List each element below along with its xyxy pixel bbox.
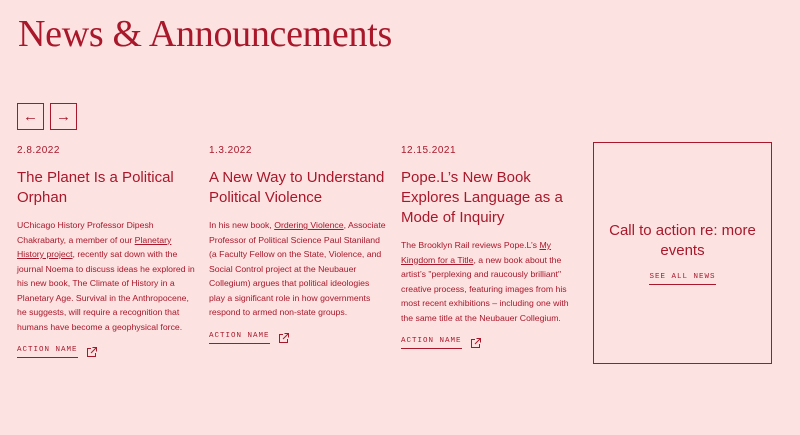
external-link-icon [278, 332, 289, 343]
prev-arrow-button[interactable]: ← [17, 103, 44, 130]
news-title[interactable]: Pope.L’s New Book Explores Language as a… [401, 168, 579, 228]
news-summary-text: , Associate Professor of Political Scien… [209, 220, 386, 317]
action-link[interactable]: ACTION NAME [209, 332, 270, 344]
arrow-left-icon: ← [23, 108, 38, 125]
news-date: 1.3.2022 [209, 145, 252, 156]
news-summary-text: In his new book, [209, 220, 275, 230]
news-title[interactable]: The Planet Is a Political Orphan [17, 168, 195, 208]
next-arrow-button[interactable]: → [50, 103, 77, 130]
news-summary-text: The Brooklyn Rail reviews Pope.L’s [401, 240, 540, 250]
page-title: News & Announcements [18, 13, 392, 55]
news-title[interactable]: A New Way to Understand Political Violen… [209, 168, 387, 208]
news-card: 1.3.2022 A New Way to Understand Politic… [209, 145, 387, 344]
news-summary-text: , recently sat down with the journal Noe… [17, 249, 195, 332]
action-link[interactable]: ACTION NAME [17, 346, 78, 358]
action-link[interactable]: ACTION NAME [401, 337, 462, 349]
news-date: 12.15.2021 [401, 145, 457, 156]
see-all-news-link[interactable]: SEE ALL NEWS [649, 273, 716, 285]
external-link-icon [86, 347, 97, 357]
news-date: 2.8.2022 [17, 145, 60, 156]
news-card: 2.8.2022 The Planet Is a Political Orpha… [17, 145, 195, 358]
news-summary: In his new book, Ordering Violence, Asso… [209, 218, 387, 320]
news-action[interactable]: ACTION NAME [401, 337, 482, 349]
cta-heading: Call to action re: more events [609, 222, 756, 259]
news-summary-text: UChicago History Professor Dipesh Chakra… [17, 220, 154, 245]
cta-box: Call to action re: more events SEE ALL N… [593, 142, 772, 364]
news-card: 12.15.2021 Pope.L’s New Book Explores La… [401, 145, 579, 349]
news-summary: The Brooklyn Rail reviews Pope.L’s My Ki… [401, 238, 579, 325]
arrow-right-icon: → [56, 108, 71, 125]
carousel-nav: ← → [17, 103, 77, 130]
external-link-icon [470, 338, 481, 348]
news-action[interactable]: ACTION NAME [17, 346, 98, 358]
news-action[interactable]: ACTION NAME [209, 332, 290, 344]
news-inline-link[interactable]: Ordering Violence [274, 220, 343, 230]
news-summary: UChicago History Professor Dipesh Chakra… [17, 218, 195, 334]
